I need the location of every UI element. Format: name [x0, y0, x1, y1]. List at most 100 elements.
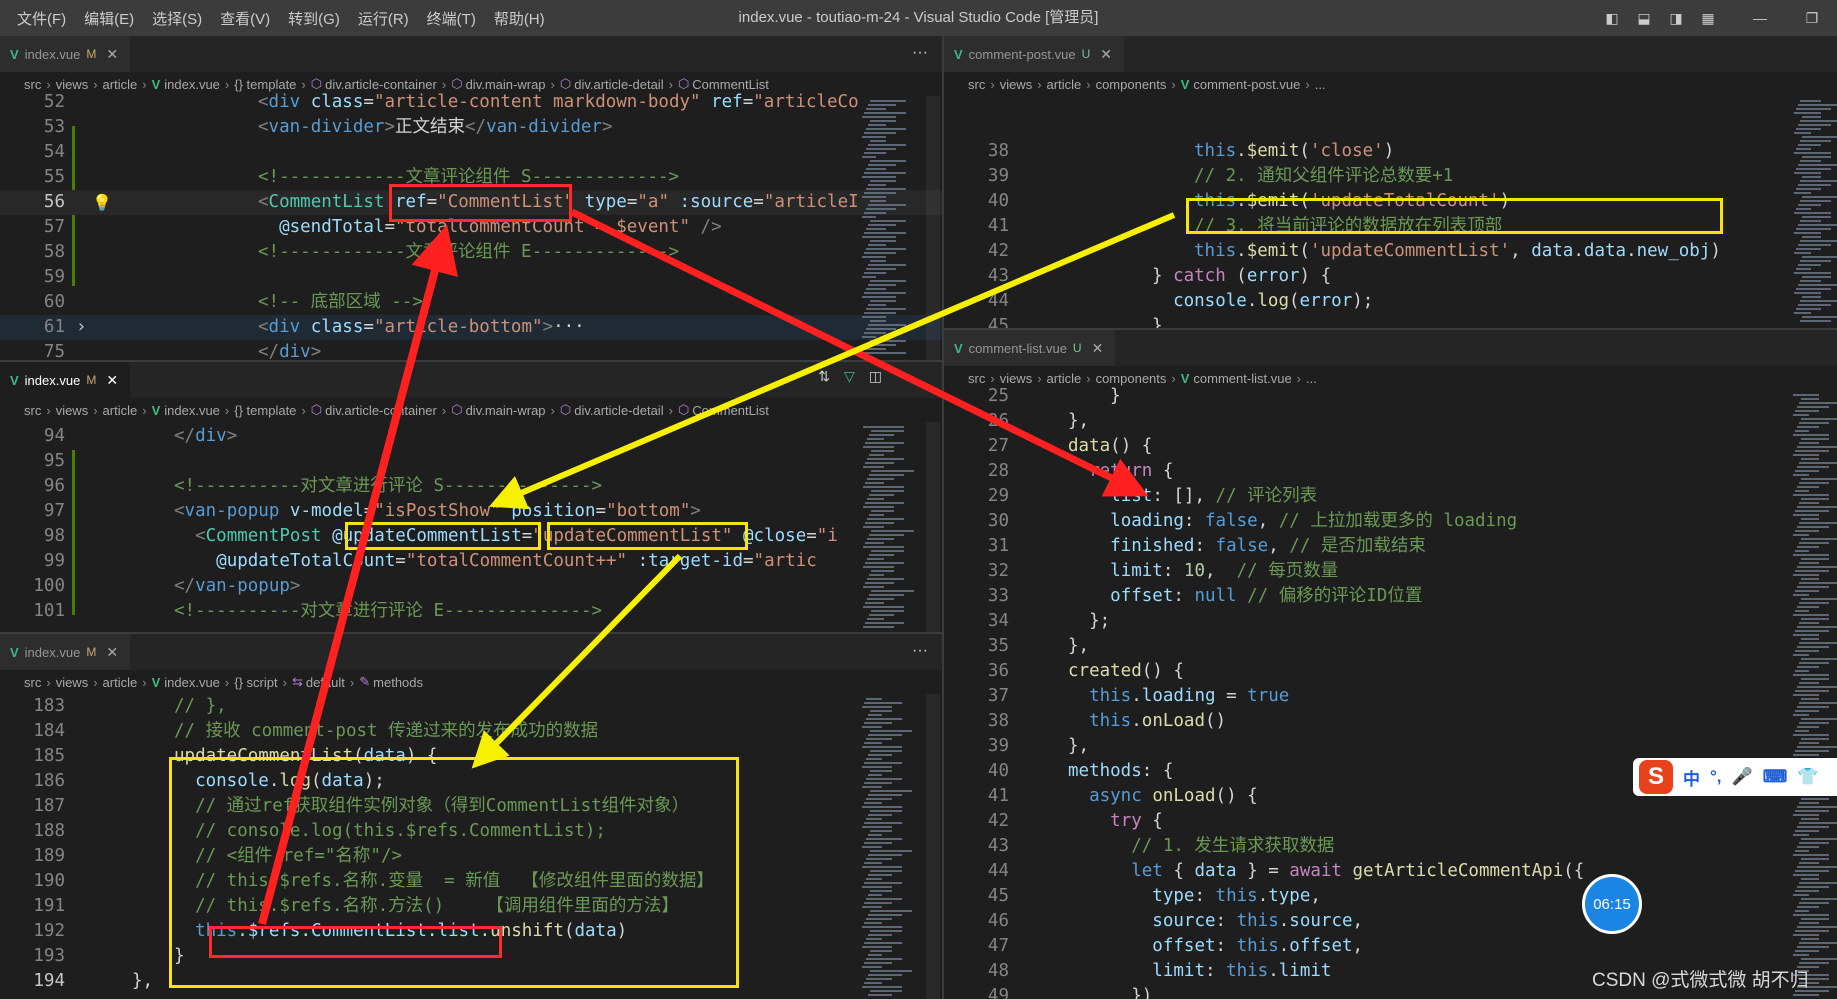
minimap-line: [1794, 272, 1831, 274]
minimap-line: [864, 702, 902, 704]
breadcrumb-item[interactable]: src: [24, 403, 41, 418]
tab-status: U: [1072, 341, 1082, 355]
breadcrumb-item[interactable]: {} script: [234, 675, 277, 690]
minimap-line: [1797, 606, 1819, 608]
minimap-line: [870, 810, 902, 812]
toggle-panel-icon[interactable]: ⬓: [1633, 7, 1655, 29]
microphone-icon[interactable]: 🎤: [1732, 767, 1753, 787]
lightbulb-icon[interactable]: 💡: [92, 190, 112, 215]
keyboard-icon[interactable]: ⌨: [1763, 767, 1788, 787]
minimap-line: [1801, 898, 1837, 900]
minimap[interactable]: [1789, 96, 1837, 328]
minimap-line: [868, 184, 886, 186]
menu-file[interactable]: 文件(F): [8, 8, 75, 29]
tab-status: M: [86, 47, 97, 61]
minimap-line: [864, 842, 892, 844]
menu-view[interactable]: 查看(V): [211, 8, 279, 29]
close-icon[interactable]: ✕: [106, 372, 118, 389]
breadcrumb-item[interactable]: div.article-detail: [574, 403, 663, 418]
minimap-line: [869, 534, 904, 536]
tab-comment-post-vue[interactable]: V comment-post.vue U ✕: [944, 36, 1125, 72]
element-icon: ⬡: [310, 402, 323, 417]
open-changes-icon[interactable]: ⇅: [818, 368, 830, 385]
more-actions-icon[interactable]: ···: [912, 642, 928, 660]
customize-layout-icon[interactable]: ▦: [1697, 7, 1719, 29]
breadcrumb-item[interactable]: views: [1000, 77, 1033, 92]
minimap-line: [1797, 906, 1819, 908]
tab-status: M: [86, 373, 97, 387]
breadcrumb-item[interactable]: components: [1096, 77, 1167, 92]
sogou-logo-icon[interactable]: S: [1639, 760, 1673, 794]
menu-run[interactable]: 运行(R): [349, 8, 418, 29]
toggle-secondary-sidebar-icon[interactable]: ◨: [1665, 7, 1687, 29]
menu-help[interactable]: 帮助(H): [485, 8, 554, 29]
menu-edit[interactable]: 编辑(E): [75, 8, 143, 29]
minimap-line: [871, 570, 894, 572]
minimap-line: [1799, 802, 1819, 804]
breadcrumb-item[interactable]: article: [1047, 77, 1082, 92]
ime-toolbar[interactable]: S 中 °, 🎤 ⌨ 👕: [1633, 758, 1837, 796]
breadcrumb-item[interactable]: default: [306, 675, 345, 690]
breadcrumb-item[interactable]: views: [56, 675, 89, 690]
minimap-line: [862, 196, 886, 198]
minimap-line: [866, 328, 896, 330]
breadcrumb-item[interactable]: views: [56, 403, 89, 418]
breadcrumb-item[interactable]: article: [103, 675, 138, 690]
minimap-line: [870, 790, 912, 792]
breadcrumb-item[interactable]: div.article-container: [325, 403, 437, 418]
more-actions-icon[interactable]: ···: [912, 44, 928, 62]
chevron-right-icon[interactable]: ›: [76, 315, 87, 340]
menu-terminal[interactable]: 终端(T): [418, 8, 485, 29]
breadcrumb-item[interactable]: index.vue: [164, 403, 220, 418]
breadcrumb-item[interactable]: article: [103, 403, 138, 418]
minimap-line: [1795, 830, 1819, 832]
close-icon[interactable]: ✕: [106, 46, 118, 63]
minimap-line: [1802, 256, 1837, 258]
vue-preview-icon[interactable]: ▽: [844, 368, 855, 385]
breadcrumb-item[interactable]: div.main-wrap: [466, 403, 546, 418]
minimap[interactable]: [1789, 390, 1837, 999]
tab-index-vue-active[interactable]: V index.vue M ✕: [0, 362, 131, 398]
code-area[interactable]: 52 <div class="article-content markdown-b…: [0, 92, 942, 360]
ime-mode-chinese[interactable]: 中: [1683, 765, 1700, 790]
breadcrumb-item[interactable]: CommentList: [692, 403, 769, 418]
code-line: 59: [43, 267, 65, 287]
tab-index-vue[interactable]: V index.vue M ✕: [0, 36, 131, 72]
close-icon[interactable]: ✕: [1100, 46, 1112, 63]
toggle-sidebar-icon[interactable]: ◧: [1601, 7, 1623, 29]
split-editor-icon[interactable]: ◫: [869, 368, 882, 385]
breadcrumb-item[interactable]: methods: [373, 675, 423, 690]
minimap-line: [863, 626, 894, 628]
code-area[interactable]: 25} 26}, 27 data() { 28 return { 29 list:…: [944, 386, 1837, 999]
minimap-line: [862, 826, 892, 828]
close-icon[interactable]: ✕: [106, 644, 118, 661]
scrollbar[interactable]: [926, 422, 940, 632]
minimap-line: [1801, 498, 1829, 500]
breadcrumb-item[interactable]: ...: [1315, 77, 1326, 92]
minimap-line: [1795, 510, 1829, 512]
close-icon[interactable]: ✕: [1092, 340, 1104, 357]
breadcrumb-item[interactable]: comment-post.vue: [1193, 77, 1300, 92]
breadcrumb-item[interactable]: src: [24, 675, 41, 690]
tab-index-vue[interactable]: V index.vue M ✕: [0, 634, 131, 670]
breadcrumb-item[interactable]: index.vue: [164, 675, 220, 690]
scrollbar[interactable]: [926, 694, 940, 999]
restore-icon[interactable]: ❐: [1801, 7, 1823, 29]
minimize-icon[interactable]: —: [1749, 7, 1771, 29]
minimap-line: [868, 264, 906, 266]
minimap[interactable]: [858, 694, 918, 999]
ime-punctuation-icon[interactable]: °,: [1710, 767, 1722, 787]
tab-comment-list-vue[interactable]: V comment-list.vue U ✕: [944, 330, 1116, 366]
menu-selection[interactable]: 选择(S): [143, 8, 211, 29]
minimap-line: [866, 798, 892, 800]
breadcrumb-item[interactable]: {} template: [234, 403, 296, 418]
minimap[interactable]: [858, 96, 918, 360]
skin-icon[interactable]: 👕: [1797, 767, 1818, 787]
floating-clock[interactable]: 06:15: [1582, 874, 1642, 934]
minimap-line: [866, 918, 892, 920]
scrollbar[interactable]: [926, 96, 940, 360]
breadcrumb-item[interactable]: src: [968, 77, 985, 92]
minimap-line: [864, 232, 906, 234]
menu-go[interactable]: 转到(G): [279, 8, 349, 29]
minimap[interactable]: [858, 422, 918, 632]
